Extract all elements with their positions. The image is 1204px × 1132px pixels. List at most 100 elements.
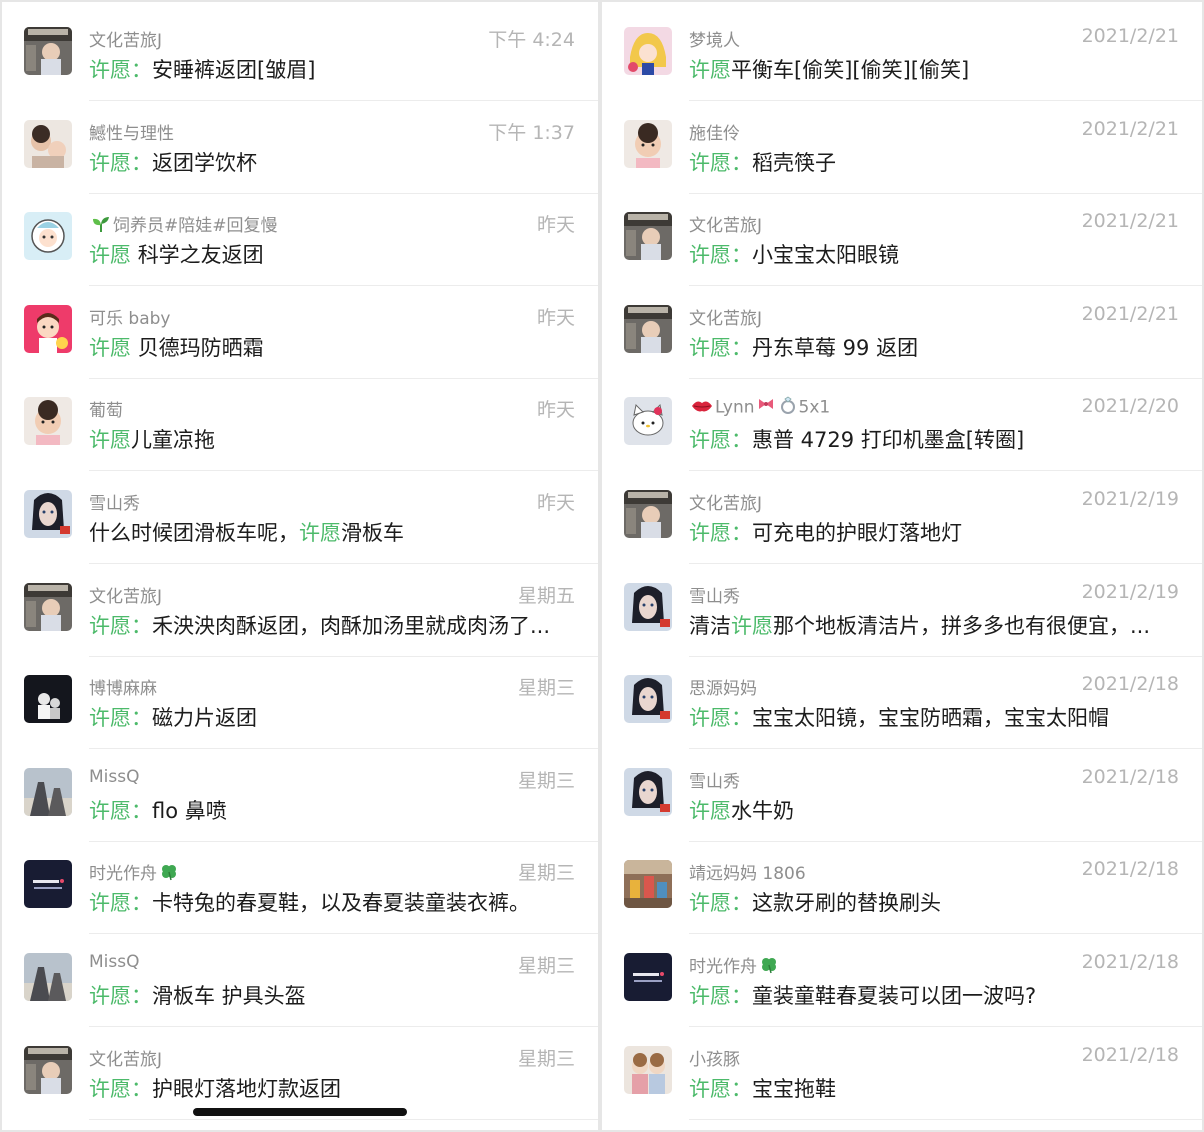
message-time: 2021/2/18 — [1081, 951, 1179, 973]
message-keyword: 许愿 — [689, 1076, 731, 1101]
home-indicator[interactable] — [193, 1108, 407, 1116]
message-sep: ： — [731, 335, 752, 360]
message-text: 小宝宝太阳眼镜 — [752, 243, 899, 268]
message-preview: 许愿：童装童鞋春夏装可以团一波吗? — [689, 980, 1036, 1010]
message-preview: 许愿 贝德玛防晒霜 — [89, 332, 264, 362]
chat-row[interactable]: MissQ 星期三 许愿：滑板车 护具头盔 — [2, 940, 598, 1032]
message-sep: ： — [131, 798, 152, 823]
row-divider — [89, 933, 598, 935]
chat-row[interactable]: 文化苦旅J 下午 4:24 许愿：安睡裤返团[皱眉] — [2, 14, 598, 106]
message-sep: ： — [731, 428, 752, 453]
message-sep: ： — [731, 706, 752, 731]
message-text: 宝宝拖鞋 — [752, 1076, 836, 1101]
message-preview: 许愿平衡车[偷笑][偷笑][偷笑] — [689, 54, 969, 84]
chat-list-left: 文化苦旅J 下午 4:24 许愿：安睡裤返团[皱眉] 鱤性与理性 下午 1:37 许愿：返… — [2, 2, 598, 1130]
message-time: 2021/2/20 — [1081, 395, 1179, 418]
message-preview: 许愿水牛奶 — [689, 795, 794, 825]
chat-row[interactable]: 文化苦旅J 2021/2/19 许愿：可充电的护眼灯落地灯 — [602, 477, 1202, 569]
contact-name-text: 思源妈妈 — [689, 679, 757, 700]
lips-icon — [691, 398, 713, 418]
contact-name: 文化苦旅J — [689, 211, 762, 236]
message-text: 可充电的护眼灯落地灯 — [752, 521, 962, 545]
baby-photo-avatar-icon — [624, 490, 672, 538]
message-preview: 许愿：磁力片返团 — [89, 702, 257, 732]
chat-row[interactable]: 梦境人 2021/2/21 许愿平衡车[偷笑][偷笑][偷笑] — [602, 14, 1202, 106]
row-divider — [89, 840, 598, 842]
chat-row[interactable]: 文化苦旅J 2021/2/21 许愿：小宝宝太阳眼镜 — [602, 199, 1202, 291]
contact-name: 时光作舟 — [689, 952, 781, 979]
message-sep: ： — [731, 243, 752, 268]
contact-name-text: MissQ — [89, 952, 140, 972]
row-divider — [689, 470, 1202, 472]
chat-row[interactable]: 思源妈妈 2021/2/18 许愿：宝宝太阳镜，宝宝防晒霜，宝宝太阳帽 — [602, 662, 1202, 754]
message-pre: 清洁 — [689, 613, 731, 638]
message-text: 那个地板清洁片，拼多多也有很便宜，... — [773, 613, 1151, 638]
message-sep: ： — [131, 891, 152, 916]
row-divider — [89, 100, 598, 101]
contact-name: MissQ — [89, 767, 140, 787]
contact-name-text: 文化苦旅J — [689, 216, 763, 237]
row-divider — [89, 470, 598, 472]
contact-name: 葡萄 — [89, 396, 123, 421]
row-divider — [689, 1026, 1202, 1027]
message-keyword: 许愿 — [89, 58, 131, 82]
chat-row[interactable]: 可乐 baby 昨天许愿 贝德玛防晒霜 — [2, 292, 598, 384]
row-divider — [89, 1026, 598, 1027]
chat-row[interactable]: 雪山秀 2021/2/19 清洁许愿那个地板清洁片，拼多多也有很便宜，... — [602, 570, 1202, 662]
chat-row[interactable]: 靖远妈妈 1806 2021/2/18 许愿：这款牙刷的替换刷头 — [602, 847, 1202, 939]
row-divider — [89, 377, 598, 379]
chat-row[interactable]: 博博麻麻 星期三 许愿：磁力片返团 — [2, 662, 598, 754]
dolls-photo-avatar-icon — [624, 1045, 672, 1094]
baby-photo-avatar-icon — [24, 582, 72, 631]
sky-photo-avatar-icon — [24, 953, 72, 1001]
contact-name: 靖远妈妈 1806 — [689, 859, 806, 884]
chat-row[interactable]: MissQ 星期三 许愿：flo 鼻喷 — [2, 755, 598, 847]
message-keyword: 许愿 — [689, 798, 731, 823]
chat-row[interactable]: 小孩豚 2021/2/18 许愿：宝宝拖鞋 — [602, 1033, 1202, 1125]
message-text: 科学之友返团 — [137, 243, 264, 268]
chat-row[interactable]: 雪山秀 2021/2/18 许愿水牛奶 — [602, 755, 1202, 847]
chat-row[interactable]: 文化苦旅J 星期五 许愿：禾泱泱肉酥返团，肉酥加汤里就成肉汤了... — [2, 570, 598, 662]
chat-row[interactable]: 时光作舟 2021/2/18 许愿：童装童鞋春夏装可以团一波吗? — [602, 940, 1202, 1032]
message-time: 下午 1:37 — [488, 121, 575, 144]
contact-name: 思源妈妈 — [689, 674, 757, 699]
chat-row[interactable]: 鱤性与理性 下午 1:37 许愿：返团学饮杯 — [2, 107, 598, 199]
contact-name: Lynn 5x1 — [689, 396, 830, 419]
message-preview: 许愿 科学之友返团 — [89, 239, 264, 269]
message-keyword: 许愿 — [89, 798, 131, 823]
baby-face-avatar-icon — [624, 119, 672, 168]
contact-name: 鱤性与理性 — [89, 119, 174, 144]
message-keyword: 许愿 — [689, 335, 731, 360]
message-pre: 什么时候团滑板车呢， — [89, 521, 299, 545]
message-sep — [131, 336, 138, 360]
chat-row[interactable]: 文化苦旅J 2021/2/21 许愿：丹东草莓 99 返团 — [602, 292, 1202, 384]
contact-name: 时光作舟 — [89, 859, 181, 886]
chat-row[interactable]: Lynn 5x1 2021/2/20 许愿：惠普 4729 打印机墨盒[转圈] — [602, 384, 1202, 476]
contact-name: 饲养员#陪娃#回复慢 — [89, 211, 278, 237]
chat-row[interactable]: 葡萄 昨天 许愿儿童凉拖 — [2, 384, 598, 476]
message-sep: ： — [131, 706, 152, 731]
contact-name: 文化苦旅J — [89, 582, 162, 607]
message-preview: 许愿：丹东草莓 99 返团 — [689, 332, 918, 362]
message-time: 昨天 — [536, 306, 575, 329]
message-text: 安睡裤返团[皱眉] — [152, 58, 316, 82]
message-text: 滑板车 护具头盔 — [152, 984, 306, 1008]
contact-name: 可乐 baby — [89, 304, 170, 329]
chat-row[interactable]: 施佳伶 2021/2/21 许愿：稻壳筷子 — [602, 107, 1202, 199]
message-text: 丹东草莓 99 返团 — [752, 335, 919, 360]
message-text: 平衡车[偷笑][偷笑][偷笑] — [731, 58, 970, 82]
message-time: 星期三 — [517, 677, 575, 700]
message-sep: ： — [731, 521, 752, 545]
row-divider — [689, 192, 1202, 194]
contact-name-text: 靖远妈妈 1806 — [689, 864, 806, 885]
chat-row[interactable]: 时光作舟 星期三 许愿：卡特兔的春夏鞋，以及春夏装童装衣裤。 — [2, 847, 598, 939]
row-divider — [689, 840, 1202, 842]
row-divider — [689, 933, 1202, 935]
chat-row[interactable]: 雪山秀 昨天 什么时候团滑板车呢，许愿滑板车 — [2, 477, 598, 569]
baby-photo-avatar-icon — [624, 304, 672, 353]
message-keyword: 许愿 — [89, 428, 131, 453]
chat-row[interactable]: 饲养员#陪娃#回复慢 昨天 许愿 科学之友返团 — [2, 199, 598, 291]
doll-avatar-icon — [624, 675, 672, 724]
contact-name: 雪山秀 — [689, 582, 740, 607]
sky-photo-avatar-icon — [24, 767, 72, 816]
